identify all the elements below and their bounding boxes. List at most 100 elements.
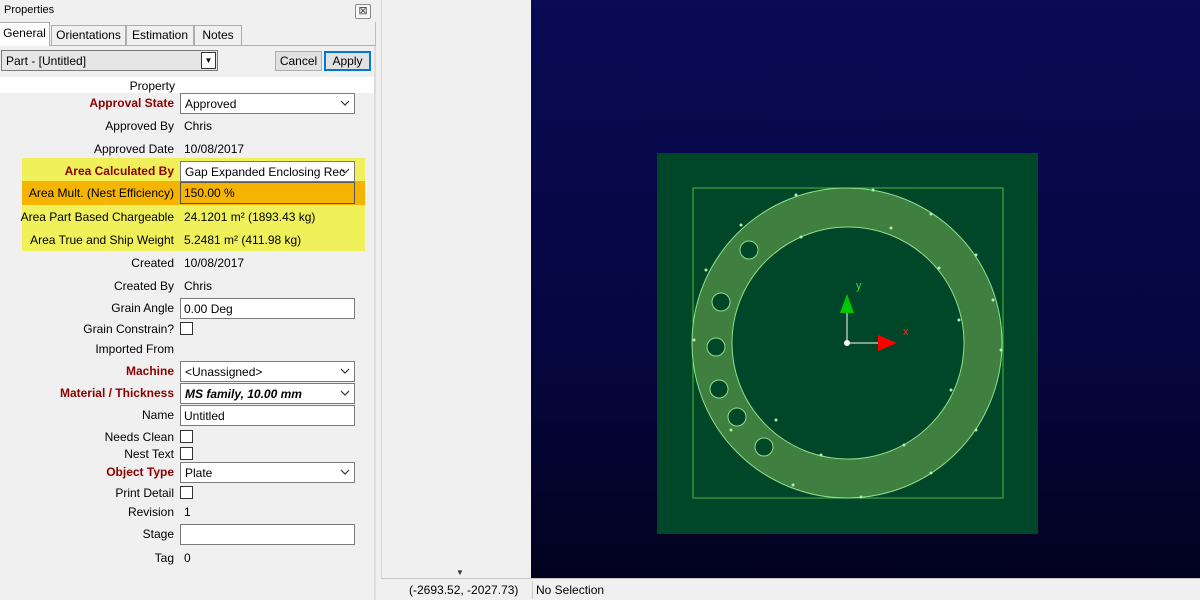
origin-point [844,340,850,346]
material-select[interactable]: MS family, 10.00 mm [180,383,355,404]
label-stage: Stage [142,527,174,541]
panel-titlebar: Properties ⊠ [0,0,376,22]
label-approval-state: Approval State [89,96,174,110]
label-print-detail: Print Detail [115,486,174,500]
y-axis-label: y [856,280,862,292]
row-approved-date: Approved Date 10/08/2017 [0,138,374,160]
row-name: Name Untitled [0,404,374,426]
scroll-down-icon[interactable]: ▼ [456,568,464,577]
label-area-part-chargeable: Area Part Based Chargeable [20,210,174,224]
row-approved-by: Approved By Chris [0,115,374,137]
cancel-button[interactable]: Cancel [275,51,322,71]
created-by-value: Chris [184,279,213,293]
part-select[interactable]: Part - [Untitled] ▼ [1,50,218,71]
area-true-ship-value: 5.2481 m² (411.98 kg) [184,233,302,247]
label-name: Name [141,408,174,422]
chevron-down-icon [340,469,350,475]
tab-estimation[interactable]: Estimation [126,25,194,45]
tab-notes[interactable]: Notes [194,25,242,45]
dropdown-arrow-icon[interactable]: ▼ [201,52,216,69]
label-created: Created [131,256,174,270]
label-area-true-ship: Area True and Ship Weight [30,233,174,247]
row-created-by: Created By Chris [0,275,374,297]
grain-angle-input[interactable]: 0.00 Deg [180,298,355,319]
hole [754,437,774,457]
status-divider [532,581,533,599]
area-calculated-by-select[interactable]: Gap Expanded Enclosing Rec [180,161,355,182]
label-needs-clean: Needs Clean [104,430,174,444]
hole [739,240,759,260]
label-approved-by: Approved By [105,119,174,133]
property-header: Property [129,79,175,93]
row-area-calculated-by: Area Calculated By Gap Expanded Enclosin… [0,160,374,182]
grain-constrain-checkbox[interactable] [180,322,193,335]
revision-value: 1 [184,505,191,519]
tab-orientations[interactable]: Orientations [51,25,126,45]
selection-status: No Selection [536,583,605,597]
x-axis-label: x [903,326,909,338]
row-grain-angle: Grain Angle 0.00 Deg [0,297,374,319]
status-bar: (-2693.52, -2027.73) No Selection [381,578,1200,600]
row-machine: Machine <Unassigned> [0,360,374,382]
workspace-gap [381,0,531,578]
name-input[interactable]: Untitled [180,405,355,426]
panel-title: Properties [4,4,55,16]
hole [709,379,729,399]
chevron-down-icon [340,390,350,396]
viewport-canvas: x y [657,153,1038,534]
label-tag: Tag [154,551,174,565]
cursor-coordinates: (-2693.52, -2027.73) [409,583,519,597]
stage-input[interactable] [180,524,355,545]
hole [727,407,747,427]
row-tag: Tag 0 [0,547,374,569]
needs-clean-checkbox[interactable] [180,430,193,443]
row-object-type: Object Type Plate [0,461,374,483]
label-grain-angle: Grain Angle [111,301,174,315]
machine-value: <Unassigned> [185,365,263,379]
row-revision: Revision 1 [0,501,374,523]
apply-button[interactable]: Apply [324,51,371,71]
object-type-value: Plate [185,466,213,480]
print-detail-checkbox[interactable] [180,486,193,499]
row-area-part-chargeable: Area Part Based Chargeable 24.1201 m² (1… [0,206,374,228]
panel-scrollbar[interactable] [374,46,376,600]
nest-text-checkbox[interactable] [180,447,193,460]
property-header-row [0,77,374,93]
label-machine: Machine [125,364,174,378]
machine-select[interactable]: <Unassigned> [180,361,355,382]
hole [706,337,726,357]
properties-panel: Properties ⊠ General Orientations Estima… [0,0,376,600]
row-material: Material / Thickness MS family, 10.00 mm [0,382,374,404]
label-object-type: Object Type [106,465,174,479]
label-grain-constrain: Grain Constrain? [83,322,174,336]
chevron-down-icon [340,100,350,106]
row-imported-from: Imported From [0,338,374,360]
label-nest-text: Nest Text [124,447,174,461]
area-mult-input[interactable]: 150.00 % [180,182,355,204]
label-imported-from: Imported From [95,342,174,356]
area-calculated-by-value: Gap Expanded Enclosing Rec [185,165,346,179]
label-material: Material / Thickness [59,386,174,400]
chevron-down-icon [340,368,350,374]
area-part-chargeable-value: 24.1201 m² (1893.43 kg) [184,210,316,224]
part-select-value: Part - [Untitled] [6,54,87,68]
close-icon[interactable]: ⊠ [355,4,371,19]
hole [711,292,731,312]
approved-by-value: Chris [184,119,213,133]
approval-state-value: Approved [185,97,237,111]
row-grain-constrain: Grain Constrain? [0,318,374,340]
row-stage: Stage [0,523,374,545]
object-type-select[interactable]: Plate [180,462,355,483]
row-created: Created 10/08/2017 [0,252,374,274]
label-area-calculated-by: Area Calculated By [64,164,174,178]
approved-date-value: 10/08/2017 [184,142,245,156]
tab-divider [0,45,376,46]
tab-general[interactable]: General [0,22,50,46]
row-approval-state: Approval State Approved [0,92,374,114]
cad-viewport[interactable]: x y [531,0,1200,578]
material-value: MS family, 10.00 mm [185,387,302,401]
label-area-mult: Area Mult. (Nest Efficiency) [28,186,174,200]
label-created-by: Created By [113,279,174,293]
approval-state-select[interactable]: Approved [180,93,355,114]
label-approved-date: Approved Date [93,142,174,156]
